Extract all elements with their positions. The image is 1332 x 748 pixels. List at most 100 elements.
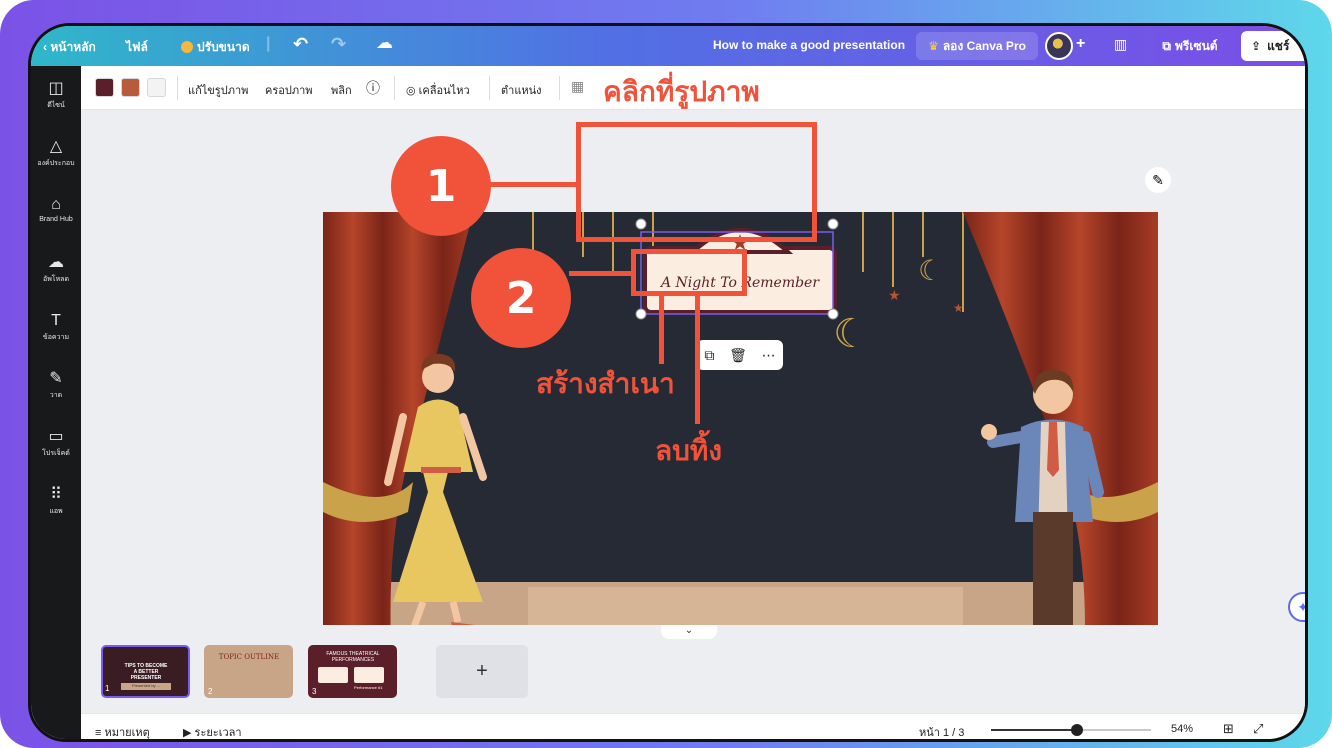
trash-icon[interactable]: 🗑 bbox=[729, 347, 747, 364]
sidebar-item-projects[interactable]: ▭ โปรเจ็คต์ bbox=[31, 428, 81, 459]
flip-button[interactable]: พลิก bbox=[331, 81, 352, 99]
notes-button[interactable]: ≡ หมายเหตุ bbox=[95, 723, 150, 739]
sidebar-item-draw[interactable]: ✎ วาด bbox=[31, 370, 81, 401]
sidebar-item-label: โปรเจ็คต์ bbox=[42, 450, 70, 457]
duration-button[interactable]: ▶ ระยะเวลา bbox=[183, 723, 242, 739]
sidebar-item-elements[interactable]: △ องค์ประกอบ bbox=[31, 138, 81, 169]
page-indicator[interactable]: หน้า 1 / 3 bbox=[919, 723, 964, 739]
fullscreen-icon[interactable]: ⤢ bbox=[1253, 721, 1263, 737]
chevron-left-icon: ‹ bbox=[43, 40, 47, 54]
present-button[interactable]: ⧉ พรีเซนต์ bbox=[1147, 32, 1233, 60]
document-title[interactable]: How to make a good presentation bbox=[713, 38, 905, 52]
undo-icon[interactable]: ↶ bbox=[293, 34, 308, 55]
resize-button[interactable]: ปรับขนาด bbox=[181, 38, 250, 57]
redo-icon[interactable]: ↷ bbox=[331, 34, 346, 55]
sidebar-item-label: วาด bbox=[49, 392, 63, 399]
present-icon: ⧉ bbox=[1162, 38, 1171, 53]
folder-icon: ▭ bbox=[48, 428, 64, 445]
share-button[interactable]: ⇪ แชร์ bbox=[1241, 31, 1305, 61]
sidebar-item-label: ข้อความ bbox=[42, 334, 70, 341]
try-canva-pro-button[interactable]: ♛ ลอง Canva Pro bbox=[916, 32, 1038, 60]
thumb-number: 1 bbox=[105, 684, 110, 693]
duplicate-icon[interactable]: ⧉ bbox=[704, 347, 714, 364]
page-thumbnail-1[interactable]: TIPS TO BECOME A BETTER PRESENTER 1 Pres… bbox=[101, 645, 190, 698]
svg-text:★: ★ bbox=[888, 288, 901, 304]
thumb-number: 3 bbox=[312, 687, 317, 696]
floating-element-toolbar: ⧉ 🗑 ⋯ bbox=[697, 340, 783, 370]
sidebar-item-label: ดีไซน์ bbox=[47, 102, 65, 109]
notes-label: หมายเหตุ bbox=[104, 727, 150, 739]
sidebar-item-design[interactable]: ◫ ดีไซน์ bbox=[31, 80, 81, 111]
page-filmstrip: ⌄ TIPS TO BECOME A BETTER PRESENTER 1 Pr… bbox=[81, 625, 1305, 713]
transparency-icon[interactable]: ▦ bbox=[571, 78, 584, 95]
edit-image-button[interactable]: แก้ไขรูปภาพ bbox=[188, 81, 248, 99]
sidebar-item-apps[interactable]: ⠿ แอพ bbox=[31, 486, 81, 517]
zoom-level[interactable]: 54% bbox=[1171, 723, 1193, 735]
avatar[interactable] bbox=[1045, 32, 1073, 60]
back-home-label: หน้าหลัก bbox=[50, 40, 96, 54]
color-swatch-3[interactable] bbox=[147, 78, 166, 97]
brand-icon: ⌂ bbox=[51, 196, 61, 213]
thumb-number: 2 bbox=[208, 687, 213, 696]
svg-text:☾: ☾ bbox=[918, 254, 943, 287]
sidebar-item-text[interactable]: T ข้อความ bbox=[31, 312, 81, 343]
thumb-card bbox=[354, 667, 384, 683]
pen-icon: ✎ bbox=[49, 370, 63, 387]
thumb-title: TOPIC OUTLINE bbox=[218, 653, 280, 661]
callout-line bbox=[569, 271, 633, 276]
divider bbox=[489, 76, 490, 100]
pro-coin-icon bbox=[181, 41, 193, 53]
status-bar: ≡ หมายเหตุ ▶ ระยะเวลา หน้า 1 / 3 54% ⊞ ⤢ bbox=[81, 713, 1305, 739]
notes-icon: ≡ bbox=[95, 727, 102, 739]
grid-view-icon[interactable]: ⊞ bbox=[1223, 721, 1234, 737]
zoom-slider[interactable] bbox=[991, 724, 1151, 736]
share-label: แชร์ bbox=[1267, 38, 1290, 53]
zoom-slider-fill bbox=[991, 729, 1077, 731]
thumb-subtitle: Presented by ... bbox=[121, 683, 171, 690]
shapes-icon: △ bbox=[49, 138, 63, 155]
annotation-click-image: คลิกที่รูปภาพ bbox=[603, 75, 760, 108]
text-icon: T bbox=[51, 312, 61, 329]
svg-text:★: ★ bbox=[953, 301, 964, 315]
try-pro-label: ลอง Canva Pro bbox=[942, 38, 1026, 53]
sidebar-item-brand-hub[interactable]: ⌂ Brand Hub bbox=[31, 196, 81, 223]
thumb-subtitle: Performance #1 bbox=[354, 685, 383, 690]
analytics-icon[interactable]: ▥ bbox=[1114, 36, 1127, 53]
cloud-saved-icon[interactable]: ☁ bbox=[376, 33, 393, 53]
add-page-button[interactable]: + bbox=[436, 645, 528, 698]
step-badge-1: 1 bbox=[391, 136, 491, 236]
sidebar-item-label: องค์ประกอบ bbox=[37, 160, 75, 167]
sidebar-item-label: อัพโหลด bbox=[42, 276, 70, 283]
crop-button[interactable]: ครอปภาพ bbox=[265, 81, 313, 99]
duration-label: ระยะเวลา bbox=[194, 727, 242, 739]
collapse-filmstrip-button[interactable]: ⌄ bbox=[661, 625, 717, 639]
divider bbox=[177, 76, 178, 100]
add-comment-icon[interactable]: ✎ bbox=[1145, 167, 1171, 193]
crown-icon: ♛ bbox=[928, 39, 939, 53]
color-swatch-2[interactable] bbox=[121, 78, 140, 97]
more-options-icon[interactable]: ⋯ bbox=[762, 347, 776, 364]
divider bbox=[559, 76, 560, 100]
svg-text:☾: ☾ bbox=[833, 311, 869, 357]
page-thumbnail-3[interactable]: FAMOUS THEATRICAL PERFORMANCES Performan… bbox=[308, 645, 397, 698]
add-collaborator-button[interactable]: + bbox=[1076, 35, 1085, 53]
position-button[interactable]: ตำแหน่ง bbox=[501, 81, 542, 99]
magic-assistant-icon[interactable]: ✦ bbox=[1288, 592, 1305, 622]
sidebar-item-uploads[interactable]: ☁ อัพโหลด bbox=[31, 254, 81, 285]
thumb-card bbox=[318, 667, 348, 683]
sidebar-item-label: Brand Hub bbox=[39, 216, 73, 223]
left-sidebar: ◫ ดีไซน์ △ องค์ประกอบ ⌂ Brand Hub ☁ อัพโ… bbox=[31, 66, 81, 739]
callout-line bbox=[659, 294, 664, 364]
color-swatch-1[interactable] bbox=[95, 78, 114, 97]
file-menu[interactable]: ไฟล์ bbox=[126, 38, 148, 57]
back-home-button[interactable]: ‹ หน้าหลัก bbox=[43, 38, 96, 57]
page-thumbnail-2[interactable]: TOPIC OUTLINE 2 bbox=[204, 645, 293, 698]
info-icon[interactable]: ⓘ bbox=[366, 78, 380, 98]
highlight-box-toolbar bbox=[631, 249, 747, 296]
zoom-slider-handle[interactable] bbox=[1071, 724, 1083, 736]
timer-icon: ▶ bbox=[183, 727, 192, 739]
share-upload-icon: ⇪ bbox=[1251, 39, 1262, 53]
animate-button[interactable]: ◎ เคลื่อนไหว bbox=[406, 81, 470, 99]
animate-icon: ◎ bbox=[406, 85, 416, 97]
apps-icon: ⠿ bbox=[50, 486, 62, 503]
